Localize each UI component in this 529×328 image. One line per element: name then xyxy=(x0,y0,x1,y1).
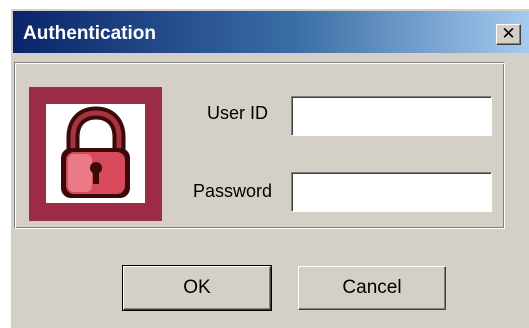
ok-button[interactable]: OK xyxy=(122,265,272,311)
user-id-input[interactable] xyxy=(291,96,492,136)
padlock-icon xyxy=(46,104,145,203)
ok-button-label: OK xyxy=(183,277,211,298)
padlock-icon-frame xyxy=(29,87,162,221)
cancel-button[interactable]: Cancel xyxy=(298,266,446,310)
password-input[interactable] xyxy=(291,172,492,212)
cancel-button-label: Cancel xyxy=(342,277,402,298)
title-bar[interactable]: Authentication ✕ xyxy=(13,11,529,53)
padlock-icon-graphic xyxy=(61,106,130,198)
close-button[interactable]: ✕ xyxy=(496,24,521,45)
user-id-label: User ID xyxy=(207,103,269,123)
close-icon: ✕ xyxy=(501,24,516,44)
password-label: Password xyxy=(193,181,273,201)
window-title: Authentication xyxy=(23,23,156,44)
